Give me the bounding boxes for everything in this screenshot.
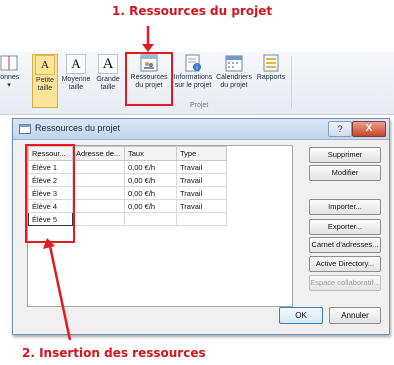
project-resources-icon <box>140 54 158 72</box>
ribbon-project-info-button[interactable]: i Informations sur le projet <box>172 54 214 90</box>
ribbon-large-size-button[interactable]: A Grande taille <box>94 54 122 92</box>
reports-icon <box>263 54 279 72</box>
table-row[interactable]: Élève 4 0,00 €/h Travail <box>28 199 227 213</box>
project-resources-dialog: Ressources du projet ? X Ressour... Adre… <box>12 118 390 335</box>
ribbon-group-name: Projet <box>190 102 209 109</box>
cell-type[interactable]: Travail <box>176 173 227 187</box>
address-book-button[interactable]: Carnet d'adresses... <box>309 237 381 253</box>
annotation-step2: 2. Insertion des ressources <box>22 346 206 360</box>
table-row[interactable]: Élève 3 0,00 €/h Travail <box>28 186 227 200</box>
cancel-button[interactable]: Annuler <box>329 307 381 324</box>
table-row[interactable]: Élève 5 <box>28 212 227 226</box>
column-header-type[interactable]: Type <box>176 146 227 161</box>
cell-rate[interactable]: 0,00 €/h <box>124 160 177 174</box>
text-size-medium-icon: A <box>66 54 86 74</box>
text-size-small-icon: A <box>35 55 55 75</box>
column-header-resource[interactable]: Ressour... <box>28 146 73 161</box>
annotation-step1: 1. Ressources du projet <box>112 4 273 18</box>
ribbon-reports-button[interactable]: Rapports <box>254 54 288 82</box>
columns-icon <box>0 55 18 71</box>
cell-resource[interactable]: Élève 1 <box>28 160 73 174</box>
column-header-address[interactable]: Adresse de... <box>72 146 125 161</box>
export-button[interactable]: Exporter... <box>309 219 381 235</box>
ribbon-medium-size-button[interactable]: A Moyenne taille <box>60 54 92 92</box>
calendar-icon <box>225 55 243 72</box>
cell-resource[interactable]: Élève 3 <box>28 186 73 200</box>
cell-type[interactable] <box>176 212 227 226</box>
ribbon: lonnes ▾ A Petite taille A Moyenne taill… <box>0 52 394 115</box>
column-header-rate[interactable]: Taux <box>124 146 177 161</box>
cell-rate[interactable]: 0,00 €/h <box>124 173 177 187</box>
cell-address[interactable] <box>72 173 125 187</box>
dialog-title: Ressources du projet <box>35 123 121 133</box>
ribbon-columns-button[interactable]: lonnes ▾ <box>0 54 20 90</box>
table-row[interactable]: Élève 1 0,00 €/h Travail <box>28 160 227 174</box>
delete-button[interactable]: Supprimer <box>309 147 381 163</box>
cell-address[interactable] <box>72 199 125 213</box>
cell-rate[interactable]: 0,00 €/h <box>124 199 177 213</box>
cell-resource-editing[interactable]: Élève 5 <box>28 212 73 226</box>
text-size-large-icon: A <box>98 54 118 74</box>
cell-resource[interactable]: Élève 4 <box>28 199 73 213</box>
modify-button[interactable]: Modifier <box>309 165 381 181</box>
cell-rate[interactable]: 0,00 €/h <box>124 186 177 200</box>
window-icon <box>19 124 31 134</box>
cell-resource[interactable]: Élève 2 <box>28 173 73 187</box>
collaborative-space-button: Espace collaboratif... <box>309 275 381 291</box>
active-directory-button[interactable]: Active Directory... <box>309 256 381 272</box>
cell-address[interactable] <box>72 186 125 200</box>
close-button[interactable]: X <box>352 121 386 137</box>
cell-type[interactable]: Travail <box>176 160 227 174</box>
cell-address[interactable] <box>72 212 125 226</box>
resources-table[interactable]: Ressour... Adresse de... Taux Type Élève… <box>27 145 293 307</box>
import-button[interactable]: Importer... <box>309 199 381 215</box>
cell-type[interactable]: Travail <box>176 186 227 200</box>
project-info-icon: i <box>185 54 201 72</box>
ok-button[interactable]: OK <box>279 307 323 324</box>
cell-rate[interactable] <box>124 212 177 226</box>
dialog-titlebar[interactable]: Ressources du projet ? X <box>13 119 389 140</box>
ribbon-small-size-button[interactable]: A Petite taille <box>32 54 58 108</box>
ribbon-project-resources-button[interactable]: Ressources du projet <box>127 54 171 90</box>
table-row[interactable]: Élève 2 0,00 €/h Travail <box>28 173 227 187</box>
cell-address[interactable] <box>72 160 125 174</box>
help-button[interactable]: ? <box>328 121 352 137</box>
cell-type[interactable]: Travail <box>176 199 227 213</box>
ribbon-calendars-button[interactable]: Calendriers du projet <box>214 54 254 90</box>
